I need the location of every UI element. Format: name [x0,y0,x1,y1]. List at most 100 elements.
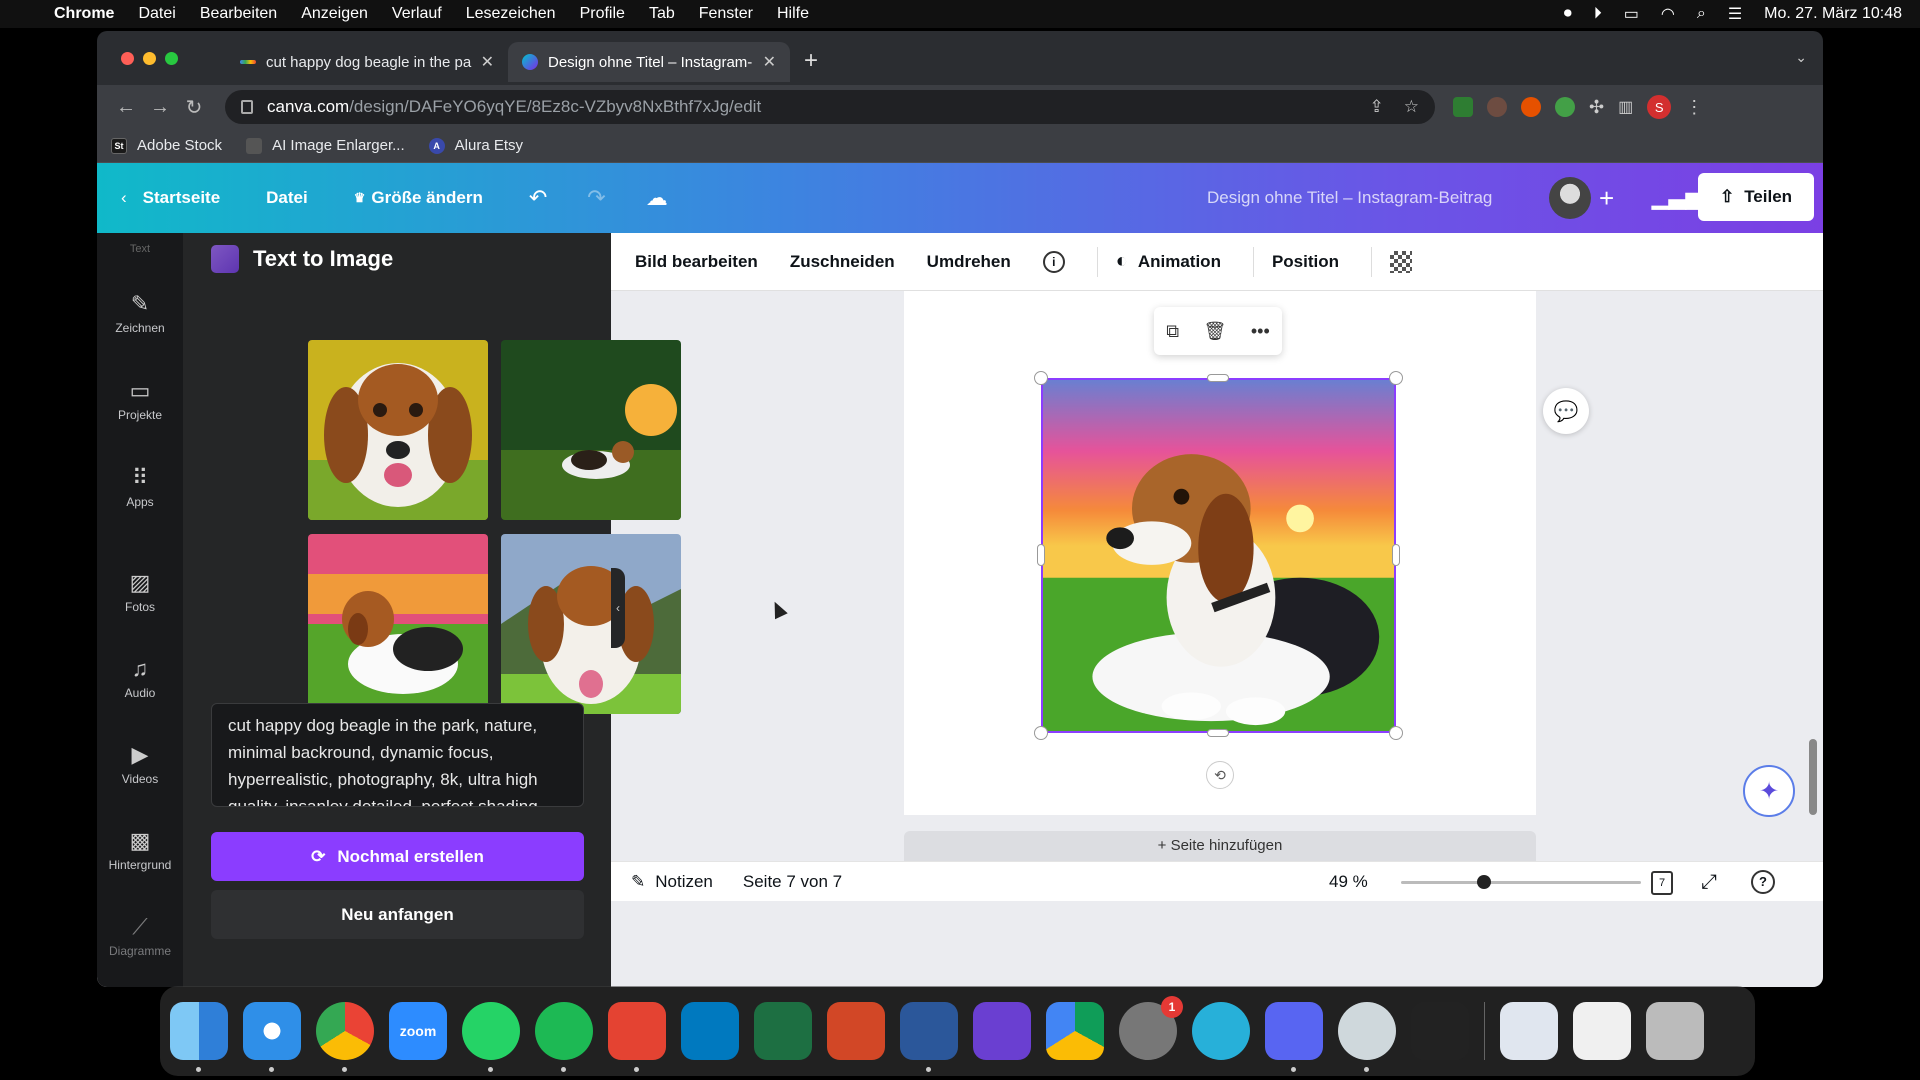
bookmark-ai-image-enlarger[interactable]: AI Image Enlarger... [246,137,405,154]
resize-handle-bottom-left[interactable] [1034,726,1048,740]
dock-word[interactable] [900,1002,958,1072]
zoom-slider[interactable] [1401,881,1641,884]
bookmark-alura-etsy[interactable]: A Alura Etsy [428,137,523,154]
lock-icon[interactable] [241,100,253,114]
minimize-window-button[interactable] [143,51,156,65]
resize-handle-left[interactable] [1037,544,1045,566]
shield-extension-icon[interactable] [1453,97,1473,117]
crop-button[interactable]: Zuschneiden [790,252,895,272]
rail-item-audio[interactable]: ♫ Audio [97,656,183,700]
magic-assistant-button[interactable]: ✦ [1743,765,1795,817]
resize-handle-top-left[interactable] [1034,371,1048,385]
menu-app-name[interactable]: Chrome [54,5,114,23]
regenerate-button[interactable]: ⟳ Nochmal erstellen [211,832,584,881]
dock-trash[interactable] [1646,1002,1704,1060]
reload-button[interactable]: ↻ [177,95,211,120]
zoom-window-button[interactable] [165,51,178,65]
menu-item-bearbeiten[interactable]: Bearbeiten [200,5,277,23]
rail-item-apps[interactable]: ⠿ Apps [97,465,183,509]
more-options-icon[interactable]: ••• [1251,321,1270,342]
dock-quicktime[interactable] [1338,1002,1396,1072]
dock-todoist[interactable] [608,1002,666,1072]
control-center-icon[interactable]: ☰ [1728,4,1742,24]
rail-item-projects[interactable]: ▭ Projekte [97,378,183,422]
redo-icon[interactable]: ↷ [587,185,605,211]
zoom-slider-knob[interactable] [1477,875,1491,889]
dock-discord[interactable] [1265,1002,1323,1072]
dock-imovie[interactable] [973,1002,1031,1060]
wifi-icon[interactable]: ◠ [1661,4,1675,24]
vertical-scrollbar[interactable] [1809,739,1817,815]
chrome-menu-icon[interactable]: ⋮ [1685,97,1703,118]
dock-safari[interactable] [243,1002,301,1072]
address-bar[interactable]: canva.com /design/DAFeYO6yqYE/8Ez8c-VZby… [225,90,1435,124]
forward-button[interactable]: → [143,96,177,119]
tab-google-search[interactable]: cut happy dog beagle in the pa ✕ [226,42,508,82]
dock-zoom[interactable]: zoom [389,1002,447,1060]
close-tab-icon[interactable]: ✕ [481,52,494,72]
menu-item-profile[interactable]: Profile [580,5,625,23]
dock-mirror-app[interactable] [1192,1002,1250,1060]
edit-image-button[interactable]: Bild bearbeiten [635,252,758,272]
profile-avatar[interactable]: S [1647,95,1672,119]
dock-trello[interactable] [681,1002,739,1060]
fullscreen-icon[interactable]: ⤢ [1701,871,1717,894]
info-button[interactable]: i [1042,250,1065,273]
share-button[interactable]: ⇧ Teilen [1698,173,1814,221]
help-icon[interactable]: ? [1751,870,1775,894]
add-comment-button[interactable]: 💬 [1543,388,1589,434]
animation-button[interactable]: ◐ Animation [1116,250,1221,273]
collapse-panel-handle[interactable]: ‹ [611,568,625,648]
record-icon[interactable]: ⏺ [1564,5,1572,23]
play-icon[interactable]: ⏵ [1594,5,1602,23]
dock-chrome[interactable] [316,1002,374,1072]
puzzle-extensions-icon[interactable]: ✣ [1589,97,1604,118]
rail-item-draw[interactable]: ✎ Zeichnen [97,291,183,335]
pages-grid-button[interactable]: 7 [1651,871,1673,895]
cloud-saved-icon[interactable]: ☁ [646,185,668,211]
menu-item-fenster[interactable]: Fenster [699,5,753,23]
invite-plus-icon[interactable]: + [1599,183,1614,214]
dock-finder[interactable] [170,1002,228,1072]
generated-image-3[interactable] [308,534,488,714]
close-window-button[interactable] [121,51,134,65]
notes-button[interactable]: ✎ Notizen [631,872,713,892]
menubar-clock[interactable]: Mo. 27. März 10:48 [1764,5,1902,23]
resize-button[interactable]: ♛ Größe ändern [354,188,483,208]
side-panel-icon[interactable]: ▥ [1618,97,1633,117]
menu-item-tab[interactable]: Tab [649,5,675,23]
resize-handle-bottom-right[interactable] [1389,726,1403,740]
resize-handle-bottom[interactable] [1207,729,1229,737]
dock-voice-memos[interactable] [1411,1002,1469,1060]
rail-item-videos[interactable]: ▶ Videos [97,742,183,786]
dock-google-drive[interactable] [1046,1002,1104,1060]
menu-item-datei[interactable]: Datei [138,5,175,23]
position-button[interactable]: Position [1272,252,1339,272]
undo-icon[interactable]: ↶ [529,185,547,211]
tab-search-chevron-icon[interactable]: ⌄ [1795,49,1807,66]
dock-preview[interactable] [1500,1002,1558,1060]
flip-button[interactable]: Umdrehen [927,252,1011,272]
menu-item-verlauf[interactable]: Verlauf [392,5,442,23]
rail-item-background[interactable]: ▩ Hintergrund [97,828,183,872]
add-page-button[interactable]: + Seite hinzufügen [904,831,1536,861]
generated-image-1[interactable] [308,340,488,520]
duplicate-icon[interactable]: ⧉ [1166,321,1179,342]
share-page-icon[interactable]: ⇪ [1370,97,1384,117]
trash-icon[interactable]: 🗑 [1204,321,1227,342]
start-over-button[interactable]: Neu anfangen [211,890,584,939]
bookmark-adobe-stock[interactable]: St Adobe Stock [111,137,222,154]
resize-handle-top[interactable] [1207,374,1229,382]
user-avatar[interactable] [1549,177,1591,219]
bookmark-star-icon[interactable]: ☆ [1404,97,1419,117]
zoom-percentage[interactable]: 49 % [1329,872,1368,892]
back-button[interactable]: ← [109,96,143,119]
insights-chart-icon[interactable]: ▁▃▅ [1652,184,1703,210]
rail-item-charts[interactable]: ⟋ Diagramme [97,914,183,958]
selected-beagle-image[interactable] [1041,378,1396,733]
spotlight-search-icon[interactable]: ⌕ [1697,5,1706,23]
battery-icon[interactable]: ▭ [1624,4,1639,24]
tab-canva-design[interactable]: Design ohne Titel – Instagram- ✕ [508,42,790,82]
dock-system-settings[interactable]: 1 [1119,996,1183,1060]
menu-item-lesezeichen[interactable]: Lesezeichen [466,5,556,23]
